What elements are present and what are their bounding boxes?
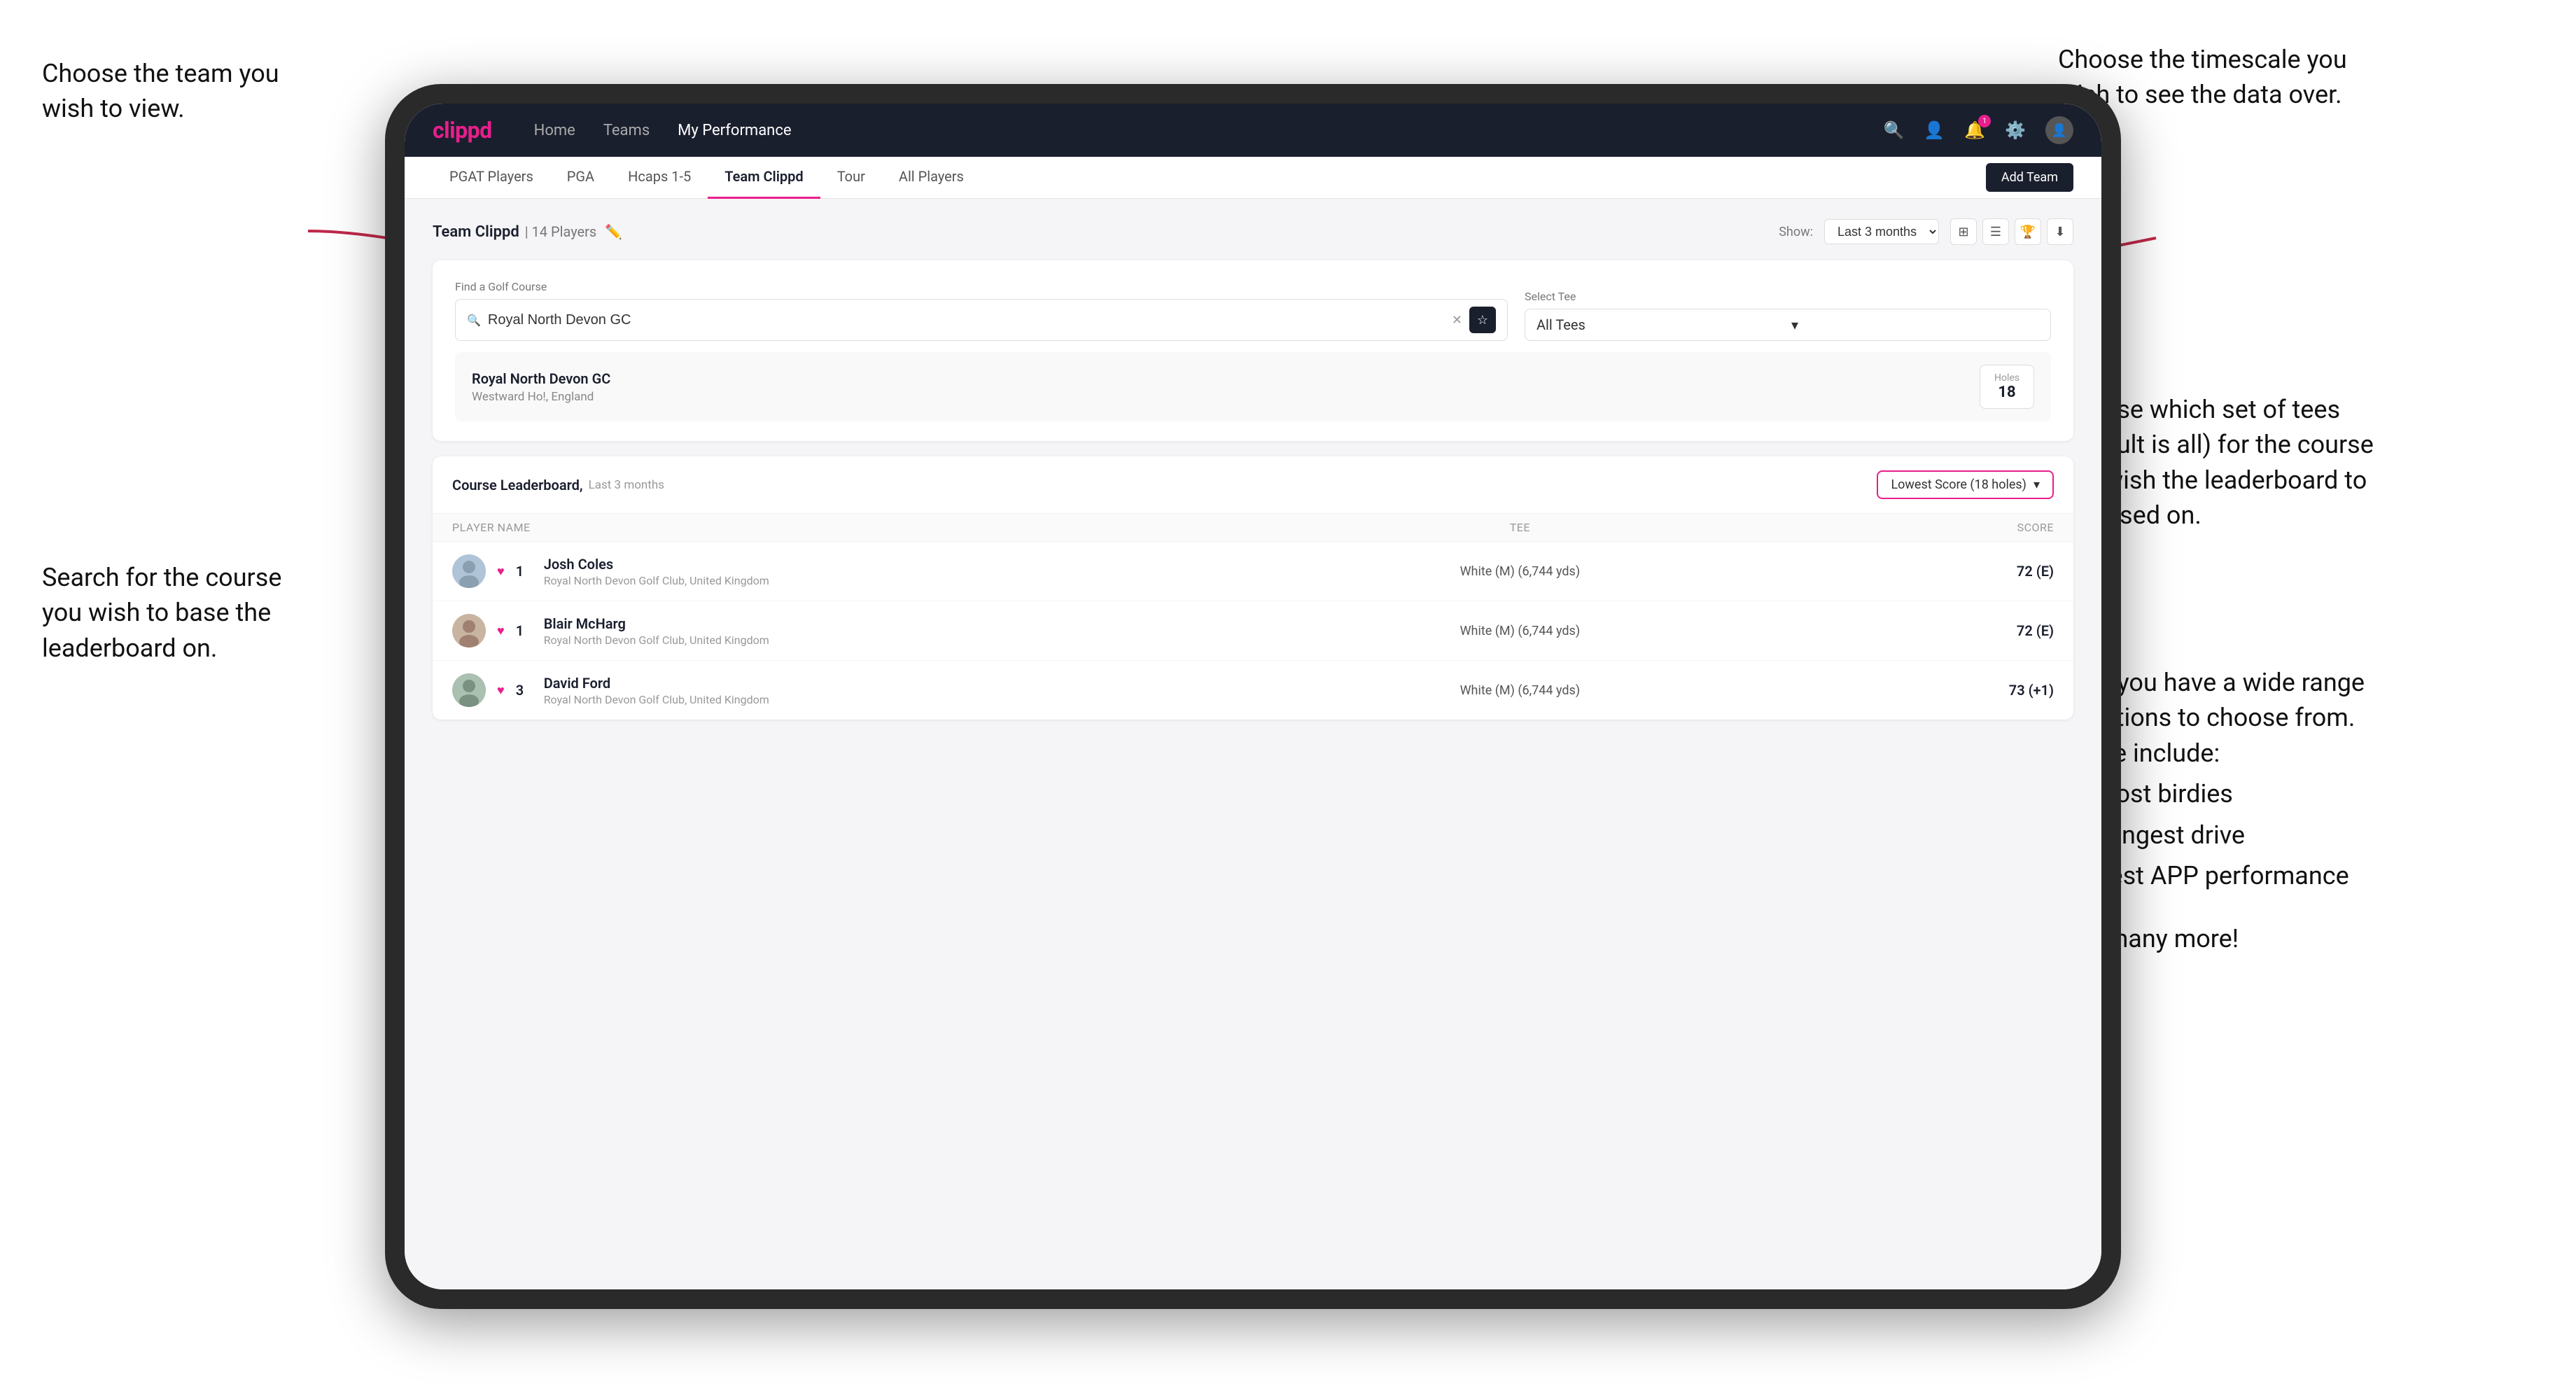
- tee-chevron-icon: ▾: [1791, 316, 2039, 333]
- show-label: Show:: [1779, 225, 1813, 239]
- score-type-select[interactable]: Lowest Score (18 holes) ▾: [1877, 470, 2054, 499]
- team-title: Team Clippd: [433, 223, 519, 241]
- tab-team-clippd[interactable]: Team Clippd: [708, 157, 820, 199]
- leaderboard-card: Course Leaderboard, Last 3 months Lowest…: [433, 456, 2073, 720]
- annotation-middle-left: Search for the course you wish to base t…: [42, 560, 336, 666]
- search-card: Find a Golf Course 🔍 ✕ ☆ Select Tee: [433, 260, 2073, 441]
- col-tee-header: TEE: [1253, 521, 1787, 534]
- table-header: PLAYER NAME TEE SCORE: [433, 514, 2073, 542]
- rank-number: 3: [516, 682, 533, 699]
- nav-home[interactable]: Home: [534, 122, 575, 139]
- tab-hcaps[interactable]: Hcaps 1-5: [611, 157, 708, 199]
- holes-label: Holes: [1994, 372, 2019, 384]
- player-avatar: [452, 673, 486, 707]
- bell-nav-icon[interactable]: 🔔 1: [1964, 120, 1985, 140]
- clear-search-icon[interactable]: ✕: [1452, 313, 1462, 328]
- leaderboard-subtitle: Last 3 months: [589, 478, 664, 492]
- leaderboard-title: Course Leaderboard,: [452, 477, 583, 493]
- annotation-top-left: Choose the team you wish to view.: [42, 56, 308, 127]
- course-search-input[interactable]: [488, 312, 1445, 328]
- select-tee-label: Select Tee: [1525, 290, 2051, 303]
- player-avatar: [452, 614, 486, 648]
- list-view-icon[interactable]: ☰: [1982, 218, 2009, 245]
- favorite-heart-icon[interactable]: ♥: [497, 683, 505, 698]
- col-player-header: PLAYER NAME: [452, 521, 1253, 534]
- player-tee: White (M) (6,744 yds): [1253, 683, 1787, 698]
- player-club: Royal North Devon Golf Club, United King…: [544, 634, 769, 647]
- rank-number: 1: [516, 622, 533, 639]
- player-score: 73 (+1): [1787, 682, 2054, 699]
- annotation-top-right: Choose the timescale you wish to see the…: [2058, 42, 2394, 113]
- find-course-label: Find a Golf Course: [455, 280, 1508, 293]
- ipad-screen: clippd Home Teams My Performance 🔍 👤 🔔 1…: [405, 104, 2101, 1289]
- table-row: ♥ 1 Blair McHarg Royal North Devon Golf …: [433, 601, 2073, 661]
- favorite-icon[interactable]: ☆: [1469, 307, 1496, 333]
- player-name: David Ford: [544, 675, 769, 692]
- score-type-label: Lowest Score (18 holes): [1891, 477, 2026, 492]
- table-row: ♥ 1 Josh Coles Royal North Devon Golf Cl…: [433, 542, 2073, 601]
- settings-nav-icon[interactable]: ⚙️: [2005, 120, 2026, 140]
- add-team-button[interactable]: Add Team: [1986, 163, 2073, 192]
- team-header: Team Clippd | 14 Players ✏️ Show: Last 3…: [433, 218, 2073, 245]
- nav-my-performance[interactable]: My Performance: [678, 122, 791, 139]
- player-tee: White (M) (6,744 yds): [1253, 624, 1787, 638]
- download-icon[interactable]: ⬇: [2047, 218, 2073, 245]
- tab-pga[interactable]: PGA: [550, 157, 611, 199]
- tee-value: All Tees: [1536, 316, 1784, 333]
- player-name: Blair McHarg: [544, 615, 769, 632]
- trophy-view-icon[interactable]: 🏆: [2015, 218, 2041, 245]
- grid-view-icon[interactable]: ⊞: [1950, 218, 1977, 245]
- tab-pgat-players[interactable]: PGAT Players: [433, 157, 550, 199]
- edit-team-icon[interactable]: ✏️: [605, 223, 622, 240]
- course-search-wrap: 🔍 ✕ ☆: [455, 299, 1508, 341]
- player-tee: White (M) (6,744 yds): [1253, 564, 1787, 579]
- player-club: Royal North Devon Golf Club, United King…: [544, 693, 769, 706]
- col-score-header: SCORE: [1787, 521, 2054, 534]
- course-location: Westward Ho!, England: [472, 390, 1980, 404]
- tee-select[interactable]: All Tees ▾: [1525, 309, 2051, 341]
- player-name: Josh Coles: [544, 556, 769, 573]
- user-avatar[interactable]: 👤: [2045, 116, 2073, 144]
- notification-badge: 1: [1978, 115, 1991, 127]
- player-avatar: [452, 554, 486, 588]
- rank-number: 1: [516, 563, 533, 580]
- course-name: Royal North Devon GC: [472, 370, 1980, 387]
- view-icons: ⊞ ☰ 🏆 ⬇: [1950, 218, 2073, 245]
- score-type-chevron: ▾: [2033, 477, 2040, 492]
- course-result: Royal North Devon GC Westward Ho!, Engla…: [455, 352, 2051, 421]
- holes-box: Holes 18: [1980, 365, 2034, 409]
- team-count: | 14 Players: [525, 223, 597, 240]
- main-content: Team Clippd | 14 Players ✏️ Show: Last 3…: [405, 199, 2101, 1289]
- favorite-heart-icon[interactable]: ♥: [497, 624, 505, 638]
- leaderboard-header: Course Leaderboard, Last 3 months Lowest…: [433, 456, 2073, 514]
- logo: clippd: [433, 117, 492, 144]
- leaderboard-table: PLAYER NAME TEE SCORE: [433, 514, 2073, 720]
- tab-all-players[interactable]: All Players: [882, 157, 981, 199]
- player-score: 72 (E): [1787, 622, 2054, 639]
- search-nav-icon[interactable]: 🔍: [1883, 120, 1904, 140]
- sub-nav: PGAT Players PGA Hcaps 1-5 Team Clippd T…: [405, 157, 2101, 199]
- people-nav-icon[interactable]: 👤: [1924, 120, 1945, 140]
- top-nav: clippd Home Teams My Performance 🔍 👤 🔔 1…: [405, 104, 2101, 157]
- tab-tour[interactable]: Tour: [820, 157, 882, 199]
- nav-icons: 🔍 👤 🔔 1 ⚙️ 👤: [1883, 116, 2073, 144]
- player-club: Royal North Devon Golf Club, United King…: [544, 574, 769, 587]
- player-score: 72 (E): [1787, 563, 2054, 580]
- holes-count: 18: [1994, 384, 2019, 401]
- table-row: ♥ 3 David Ford Royal North Devon Golf Cl…: [433, 661, 2073, 720]
- nav-teams[interactable]: Teams: [603, 122, 650, 139]
- ipad-device: clippd Home Teams My Performance 🔍 👤 🔔 1…: [385, 84, 2121, 1309]
- show-period-select[interactable]: Last 3 months: [1824, 219, 1939, 244]
- search-icon: 🔍: [467, 314, 481, 327]
- favorite-heart-icon[interactable]: ♥: [497, 564, 505, 579]
- nav-links: Home Teams My Performance: [534, 122, 1884, 139]
